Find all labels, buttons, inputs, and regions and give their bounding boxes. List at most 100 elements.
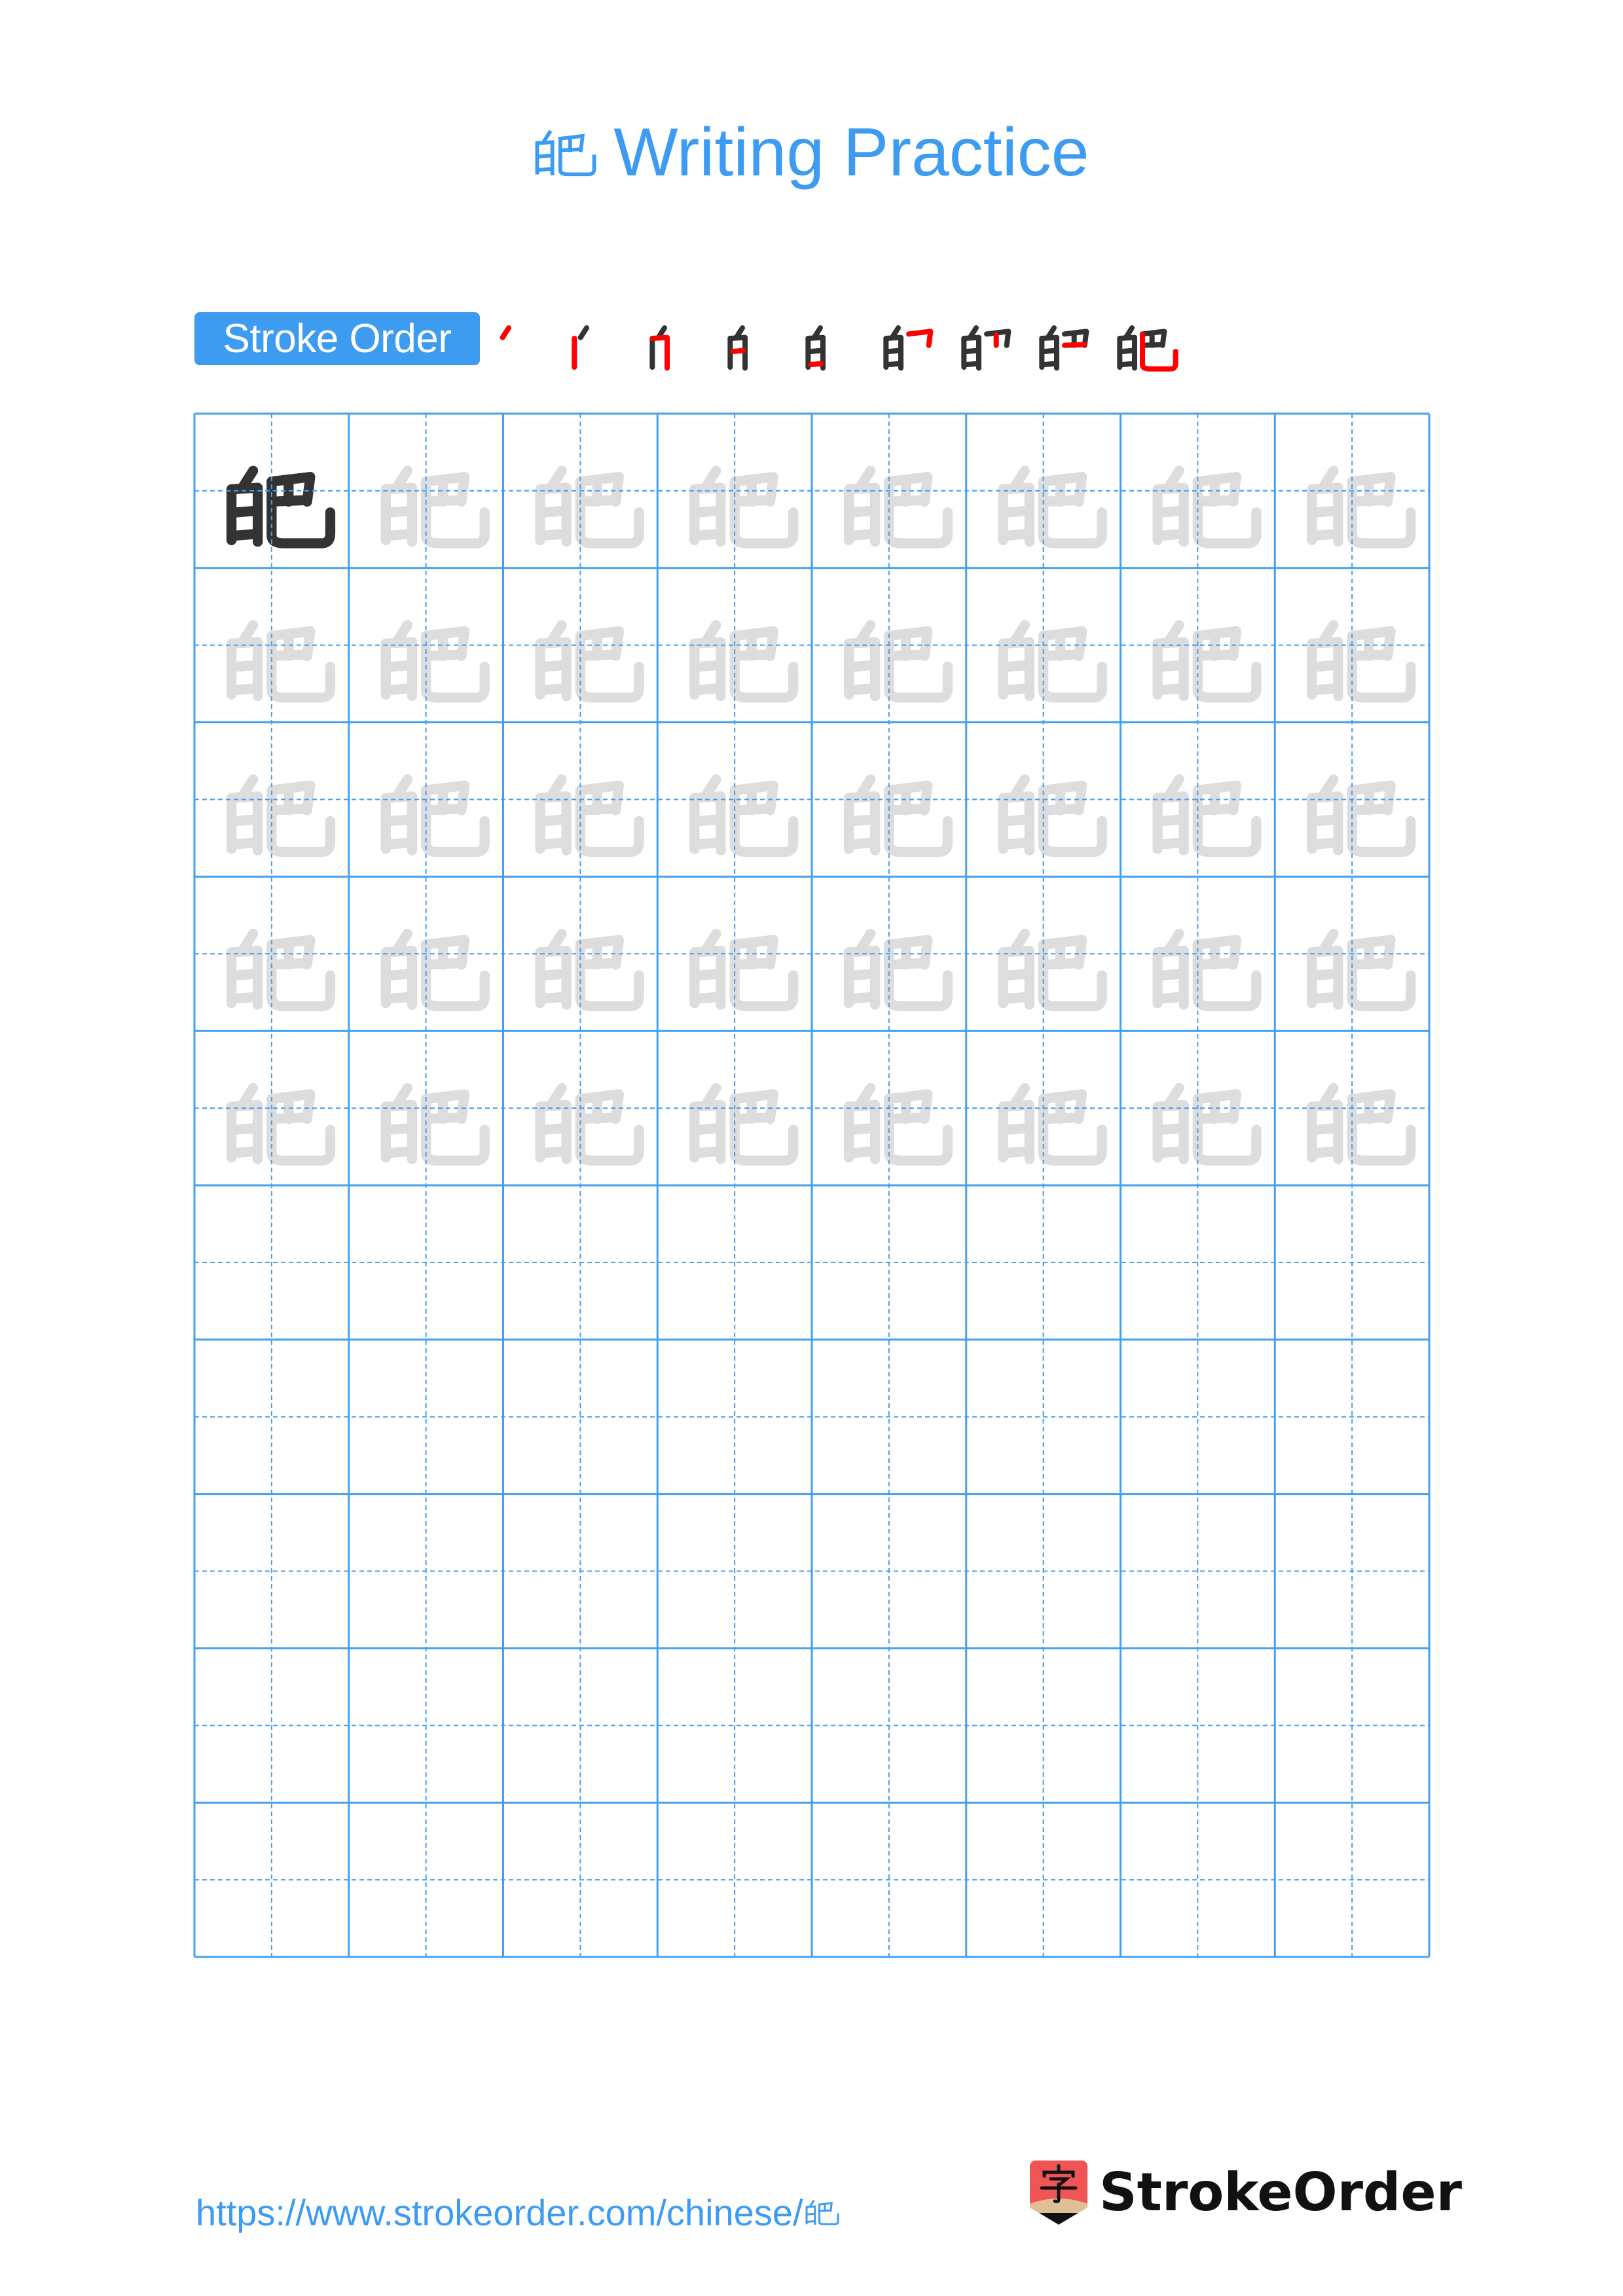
glyph-stroke-4 — [699, 1128, 718, 1130]
trace-character — [695, 471, 793, 543]
stroke-order-frame-6 — [883, 321, 945, 376]
trace-character — [540, 1088, 639, 1160]
trace-character — [1158, 625, 1256, 698]
practice-grid-svg — [193, 412, 1431, 1958]
trace-character — [386, 1088, 484, 1160]
glyph-stroke-4 — [854, 1128, 872, 1130]
glyph-stroke-4 — [854, 665, 872, 666]
glyph-stroke-8 — [1352, 655, 1387, 656]
footer-url[interactable]: https://www.strokeorder.com/chinese/ — [196, 2190, 840, 2236]
model-character — [232, 471, 331, 543]
glyph-stroke-4 — [699, 511, 718, 512]
glyph-stroke-5 — [1317, 997, 1335, 998]
trace-character — [1312, 471, 1411, 543]
stroke-order-badge: Stroke Order — [194, 312, 480, 365]
glyph-stroke-8 — [580, 655, 615, 656]
glyph-stroke-8 — [1044, 500, 1079, 501]
trace-character — [849, 780, 948, 852]
stroke-frame-glyph — [805, 321, 867, 376]
glyph-stroke-8 — [580, 1117, 615, 1119]
glyph-stroke-4 — [1008, 819, 1026, 821]
glyph-stroke-8 — [272, 963, 307, 964]
trace-character — [1158, 471, 1256, 543]
glyph-stroke-8 — [1044, 655, 1079, 656]
stroke-frame-glyph — [649, 321, 712, 376]
glyph-stroke-4 — [390, 974, 409, 975]
strokeorder-logo[interactable]: 字 StrokeOrder — [1030, 2160, 1462, 2225]
glyph-stroke-4 — [236, 974, 255, 975]
glyph-stroke-4 — [545, 665, 563, 666]
glyph-stroke-4 — [390, 1128, 409, 1130]
glyph-stroke-8 — [1142, 344, 1163, 345]
trace-character — [1003, 780, 1102, 852]
title-text: Writing Practice — [613, 114, 1089, 190]
glyph-stroke-5 — [236, 997, 255, 998]
trace-character — [1003, 471, 1102, 543]
trace-character — [1158, 934, 1256, 1007]
glyph-stroke-5 — [545, 689, 563, 690]
glyph-stroke-5 — [1317, 843, 1335, 844]
glyph-stroke-5 — [699, 689, 718, 690]
page-title: Writing Practice — [0, 110, 1623, 195]
footer-url-text[interactable]: https://www.strokeorder.com/chinese/ — [196, 2190, 803, 2236]
glyph-stroke-5 — [236, 534, 255, 535]
glyph-stroke-8 — [1197, 1117, 1233, 1119]
glyph-stroke-5 — [699, 997, 718, 998]
glyph-stroke-4 — [1317, 511, 1335, 512]
glyph-stroke-5 — [1008, 689, 1026, 690]
glyph-stroke-5 — [854, 997, 872, 998]
glyph-stroke-4 — [699, 819, 718, 821]
glyph-stroke-5 — [854, 843, 872, 844]
glyph-stroke-4 — [236, 1128, 255, 1130]
trace-character — [232, 780, 331, 852]
glyph-stroke-8 — [580, 963, 615, 964]
glyph-stroke-8 — [1352, 1117, 1387, 1119]
glyph-stroke-8 — [1352, 809, 1387, 810]
glyph-stroke-5 — [1008, 534, 1026, 535]
glyph-stroke-5 — [236, 1151, 255, 1153]
stroke-order-frame-5 — [805, 321, 867, 376]
title-character-glyph — [534, 120, 598, 187]
glyph-stroke-8 — [889, 655, 924, 656]
glyph-stroke-5 — [1008, 1151, 1026, 1153]
trace-character — [1158, 780, 1256, 852]
trace-character — [1003, 934, 1102, 1007]
trace-character — [1003, 1088, 1102, 1160]
glyph-stroke-5 — [390, 997, 409, 998]
glyph-stroke-8 — [580, 500, 615, 501]
glyph-stroke-8 — [1352, 500, 1387, 501]
glyph-stroke-4 — [1162, 511, 1180, 512]
title-character — [534, 120, 598, 187]
glyph-stroke-8 — [1197, 655, 1233, 656]
footer-url-character[interactable] — [805, 2195, 840, 2231]
trace-character — [695, 780, 793, 852]
glyph-stroke-8 — [889, 500, 924, 501]
trace-character — [849, 934, 948, 1007]
glyph-stroke-5 — [390, 534, 409, 535]
glyph-stroke-4 — [390, 819, 409, 821]
glyph-stroke-5 — [1162, 689, 1180, 690]
glyph-stroke-8 — [735, 655, 770, 656]
glyph-stroke-9 — [1142, 334, 1176, 368]
glyph-stroke-8 — [1044, 963, 1079, 964]
glyph-stroke-4 — [390, 511, 409, 512]
glyph-stroke-8 — [1044, 809, 1079, 810]
glyph-stroke-4 — [1162, 819, 1180, 821]
glyph-stroke-4 — [854, 511, 872, 512]
trace-character — [232, 625, 331, 698]
glyph-stroke-4 — [1317, 819, 1335, 821]
glyph-stroke-8 — [426, 1117, 462, 1119]
glyph-stroke-8 — [735, 809, 770, 810]
glyph-stroke-4 — [545, 819, 563, 821]
glyph-stroke-4 — [854, 974, 872, 975]
stroke-frame-glyph — [1116, 321, 1179, 376]
glyph-stroke-4 — [1317, 665, 1335, 666]
trace-character — [1003, 625, 1102, 698]
trace-character — [1312, 934, 1411, 1007]
glyph-stroke-8 — [1065, 344, 1085, 345]
glyph-stroke-8 — [1352, 963, 1387, 964]
glyph-stroke-5 — [854, 1151, 872, 1153]
glyph-stroke-5 — [390, 689, 409, 690]
glyph-stroke-5 — [1162, 843, 1180, 844]
trace-character — [849, 1088, 948, 1160]
